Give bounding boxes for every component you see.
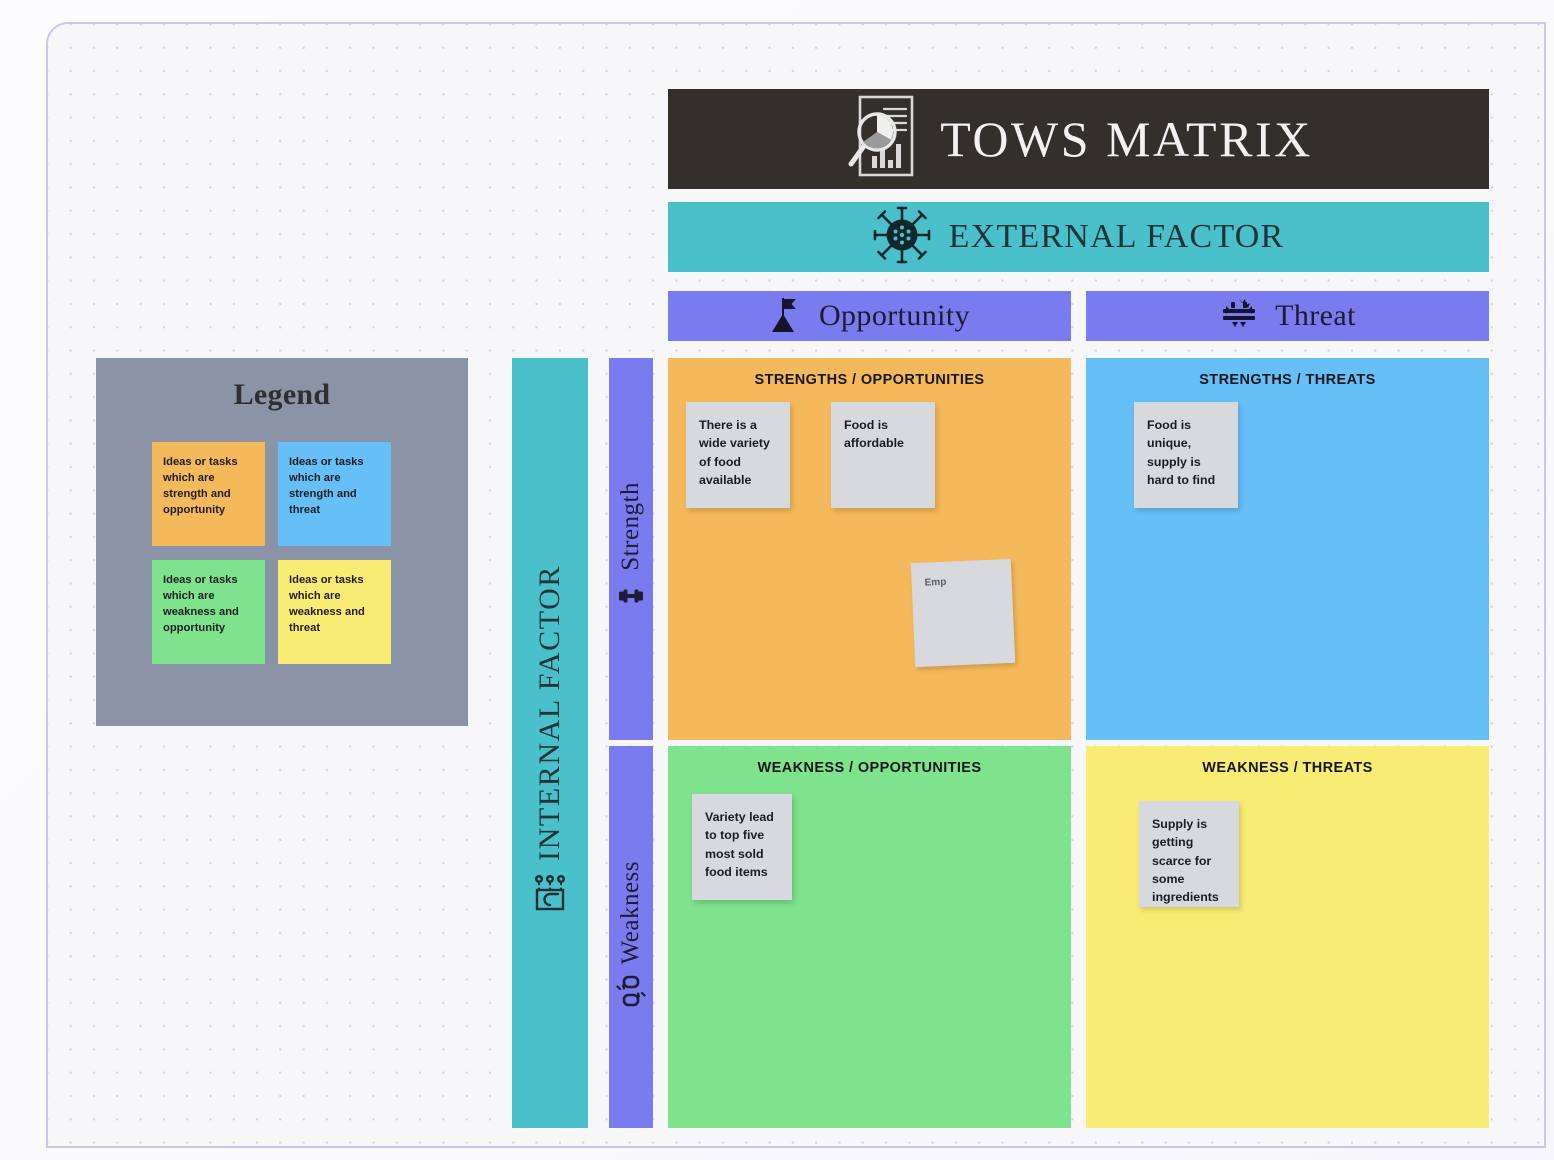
quadrant-title: WEAKNESS / THREATS bbox=[1202, 760, 1373, 776]
broken-chain-icon bbox=[616, 974, 646, 1013]
legend-card-strength-threat[interactable]: Ideas or tasks which are strength and th… bbox=[278, 442, 391, 546]
legend-panel[interactable]: Legend Ideas or tasks which are strength… bbox=[96, 358, 468, 726]
quadrant-title: WEAKNESS / OPPORTUNITIES bbox=[757, 760, 982, 776]
sticky-note-text: Food is affordable bbox=[844, 418, 904, 451]
legend-card-weakness-threat[interactable]: Ideas or tasks which are weakness and th… bbox=[278, 560, 391, 664]
legend-card-label: Ideas or tasks which are weakness and th… bbox=[289, 574, 365, 634]
column-header-threat-label: Threat bbox=[1275, 299, 1356, 332]
row-header-strength[interactable]: Strength bbox=[609, 358, 653, 740]
column-header-threat[interactable]: Threat bbox=[1086, 291, 1489, 341]
legend-card-weakness-opportunity[interactable]: Ideas or tasks which are weakness and op… bbox=[152, 560, 265, 664]
column-header-opportunity[interactable]: Opportunity bbox=[668, 291, 1071, 341]
sticky-note-text: There is a wide variety of food availabl… bbox=[699, 418, 770, 488]
sticky-note[interactable]: Variety lead to top five most sold food … bbox=[692, 794, 792, 900]
legend-title: Legend bbox=[233, 378, 331, 411]
row-header-weakness-label: Weakness bbox=[617, 860, 644, 965]
whiteboard-app: Legend Ideas or tasks which are strength… bbox=[0, 0, 1554, 1160]
board-title-bar[interactable]: TOWS MATRIX bbox=[668, 89, 1489, 189]
dumbbell-icon bbox=[616, 581, 646, 616]
report-analysis-icon bbox=[844, 94, 918, 185]
sticky-note[interactable]: There is a wide variety of food availabl… bbox=[686, 402, 790, 508]
sticky-note[interactable]: Food is affordable bbox=[831, 402, 935, 508]
legend-card-label: Ideas or tasks which are strength and op… bbox=[163, 456, 238, 516]
external-factor-label: EXTERNAL FACTOR bbox=[948, 218, 1285, 255]
virus-icon bbox=[873, 206, 931, 269]
sticky-note[interactable]: Supply is getting scarce for some ingred… bbox=[1139, 801, 1239, 907]
row-header-strength-label: Strength bbox=[617, 482, 644, 571]
sticky-note-text: Food is unique, supply is hard to find bbox=[1147, 418, 1216, 488]
sticky-note[interactable]: Food is unique, supply is hard to find bbox=[1134, 402, 1238, 508]
flag-summit-icon bbox=[769, 294, 803, 339]
internal-factor-label: INTERNAL FACTOR bbox=[533, 564, 566, 861]
quadrant-weakness-opportunities[interactable]: WEAKNESS / OPPORTUNITIES Variety lead to… bbox=[668, 746, 1071, 1128]
legend-card-label: Ideas or tasks which are strength and th… bbox=[289, 456, 364, 516]
sticky-note-text: Emp bbox=[924, 576, 947, 589]
legend-card-label: Ideas or tasks which are weakness and op… bbox=[163, 574, 239, 634]
sticky-note[interactable]: Emp bbox=[910, 558, 1016, 668]
quadrant-strengths-threats[interactable]: STRENGTHS / THREATS Food is unique, supp… bbox=[1086, 358, 1489, 740]
legend-card-grid: Ideas or tasks which are strength and op… bbox=[152, 442, 391, 664]
internal-factor-bar[interactable]: INTERNAL FACTOR bbox=[512, 358, 588, 1128]
quadrant-strengths-opportunities[interactable]: STRENGTHS / OPPORTUNITIES There is a wid… bbox=[668, 358, 1071, 740]
sticky-note-text: Variety lead to top five most sold food … bbox=[705, 810, 774, 880]
sticky-note-text: Supply is getting scarce for some ingred… bbox=[1152, 817, 1219, 905]
external-factor-bar[interactable]: EXTERNAL FACTOR bbox=[668, 202, 1489, 272]
process-flow-icon bbox=[528, 872, 572, 921]
legend-card-strength-opportunity[interactable]: Ideas or tasks which are strength and op… bbox=[152, 442, 265, 546]
quadrant-title: STRENGTHS / OPPORTUNITIES bbox=[754, 372, 985, 388]
row-header-weakness[interactable]: Weakness bbox=[609, 746, 653, 1128]
board-title: TOWS MATRIX bbox=[940, 111, 1313, 167]
quadrant-title: STRENGTHS / THREATS bbox=[1199, 372, 1376, 388]
broken-shield-icon bbox=[1219, 297, 1259, 336]
column-header-opportunity-label: Opportunity bbox=[818, 299, 971, 332]
quadrant-weakness-threats[interactable]: WEAKNESS / THREATS Supply is getting sca… bbox=[1086, 746, 1489, 1128]
whiteboard-canvas[interactable]: Legend Ideas or tasks which are strength… bbox=[46, 22, 1546, 1148]
